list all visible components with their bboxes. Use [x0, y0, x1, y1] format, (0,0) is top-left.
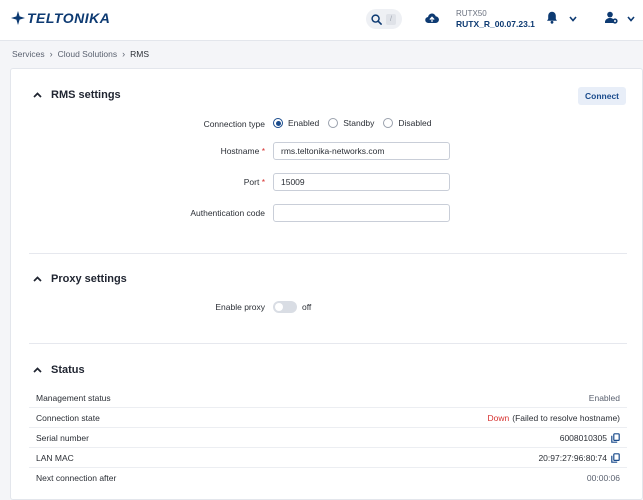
- rms-settings-title: RMS settings: [51, 89, 121, 101]
- hostname-label-text: Hostname: [220, 146, 260, 156]
- required-mark: *: [261, 177, 265, 187]
- status-label: Next connection after: [36, 473, 117, 483]
- serial-number-value: 6008010305: [559, 432, 607, 443]
- radio-enabled[interactable]: Enabled: [273, 118, 319, 128]
- section-divider: [29, 343, 627, 344]
- authentication-code-input[interactable]: [273, 204, 450, 222]
- search-shortcut-badge: /: [386, 13, 396, 25]
- device-info: RUTX50 RUTX_R_00.07.23.1: [456, 8, 535, 30]
- brand-name: TELTONIKA: [27, 10, 111, 26]
- connection-type-radio-group: Enabled Standby Disabled: [273, 118, 440, 128]
- hostname-input[interactable]: rms.teltonika-networks.com: [273, 142, 450, 160]
- device-model: RUTX50: [456, 9, 487, 18]
- radio-label: Enabled: [288, 118, 320, 128]
- chevron-up-icon: [33, 92, 43, 98]
- port-input[interactable]: 15009: [273, 173, 450, 191]
- management-status-value: Enabled: [588, 392, 620, 403]
- table-row: Connection state Down (Failed to resolve…: [29, 408, 627, 428]
- main-card: RMS settings Connect Connection type Ena…: [10, 68, 643, 500]
- bell-icon[interactable]: [546, 11, 558, 26]
- next-connection-value: 00:00:06: [586, 473, 620, 483]
- port-label-text: Port: [243, 177, 260, 187]
- radio-standby[interactable]: Standby: [328, 118, 374, 128]
- radio-button[interactable]: [383, 118, 394, 128]
- status-header[interactable]: Status: [33, 364, 85, 376]
- port-label: Port *: [145, 177, 265, 187]
- hostname-label: Hostname *: [145, 146, 265, 156]
- authentication-code-label: Authentication code: [190, 208, 265, 218]
- radio-label: Disabled: [398, 118, 432, 128]
- status-title: Status: [51, 364, 85, 376]
- chevron-right-icon: ›: [49, 49, 53, 59]
- table-row: Management status Enabled: [29, 388, 627, 408]
- rms-settings-header[interactable]: RMS settings: [33, 89, 121, 101]
- copy-icon[interactable]: [611, 432, 620, 443]
- status-value: Enabled: [589, 393, 620, 403]
- enable-proxy-toggle-row: off: [273, 301, 311, 313]
- search-button[interactable]: /: [366, 9, 402, 29]
- connection-state-badge: Down: [487, 412, 510, 423]
- chevron-up-icon: [33, 367, 43, 373]
- chevron-up-icon: [33, 276, 43, 282]
- enable-proxy-toggle[interactable]: [273, 301, 297, 313]
- status-label: LAN MAC: [36, 452, 74, 463]
- radio-button[interactable]: [328, 118, 339, 128]
- toggle-state-label: off: [302, 302, 312, 312]
- radio-disabled[interactable]: Disabled: [383, 118, 431, 128]
- table-row: LAN MAC 20:97:27:96:80:74: [29, 448, 627, 468]
- lan-mac-value: 20:97:27:96:80:74: [538, 452, 607, 463]
- connect-button[interactable]: Connect: [578, 87, 626, 105]
- breadcrumb-cloud-solutions[interactable]: Cloud Solutions: [58, 49, 118, 59]
- status-label: Connection state: [36, 412, 100, 423]
- connection-state-detail: (Failed to resolve hostname): [512, 412, 620, 423]
- top-header: TELTONIKA / RUTX50 RUTX_R_00.07.23.1: [0, 0, 643, 41]
- logo-mark-icon: [11, 11, 25, 25]
- enable-proxy-label: Enable proxy: [215, 302, 265, 312]
- connection-type-label: Connection type: [203, 119, 265, 129]
- chevron-right-icon: ›: [122, 49, 126, 59]
- radio-label: Standby: [343, 118, 375, 128]
- search-icon: [371, 13, 382, 25]
- chevron-down-icon[interactable]: [627, 14, 635, 24]
- chevron-down-icon[interactable]: [569, 14, 577, 24]
- user-settings-icon[interactable]: [604, 11, 618, 26]
- radio-button-selected[interactable]: [273, 118, 283, 128]
- proxy-settings-title: Proxy settings: [51, 273, 127, 285]
- copy-icon[interactable]: [611, 452, 620, 463]
- breadcrumb: Services › Cloud Solutions › RMS: [12, 49, 149, 59]
- required-mark: *: [261, 146, 265, 156]
- proxy-settings-header[interactable]: Proxy settings: [33, 273, 127, 285]
- breadcrumb-services[interactable]: Services: [12, 49, 45, 59]
- status-value: 00:00:06: [587, 473, 620, 483]
- breadcrumb-rms: RMS: [130, 49, 150, 59]
- teltonika-logo[interactable]: TELTONIKA: [11, 10, 110, 26]
- upload-cloud-icon[interactable]: [425, 12, 439, 26]
- status-value: 20:97:27:96:80:74: [538, 453, 620, 463]
- status-label: Management status: [36, 392, 111, 403]
- status-label: Serial number: [36, 432, 89, 443]
- table-row: Next connection after 00:00:06: [29, 468, 627, 488]
- status-value: Down (Failed to resolve hostname): [488, 413, 620, 423]
- status-value: 6008010305: [560, 433, 620, 443]
- table-row: Serial number 6008010305: [29, 428, 627, 448]
- firmware-version[interactable]: RUTX_R_00.07.23.1: [456, 19, 535, 30]
- section-divider: [29, 253, 627, 254]
